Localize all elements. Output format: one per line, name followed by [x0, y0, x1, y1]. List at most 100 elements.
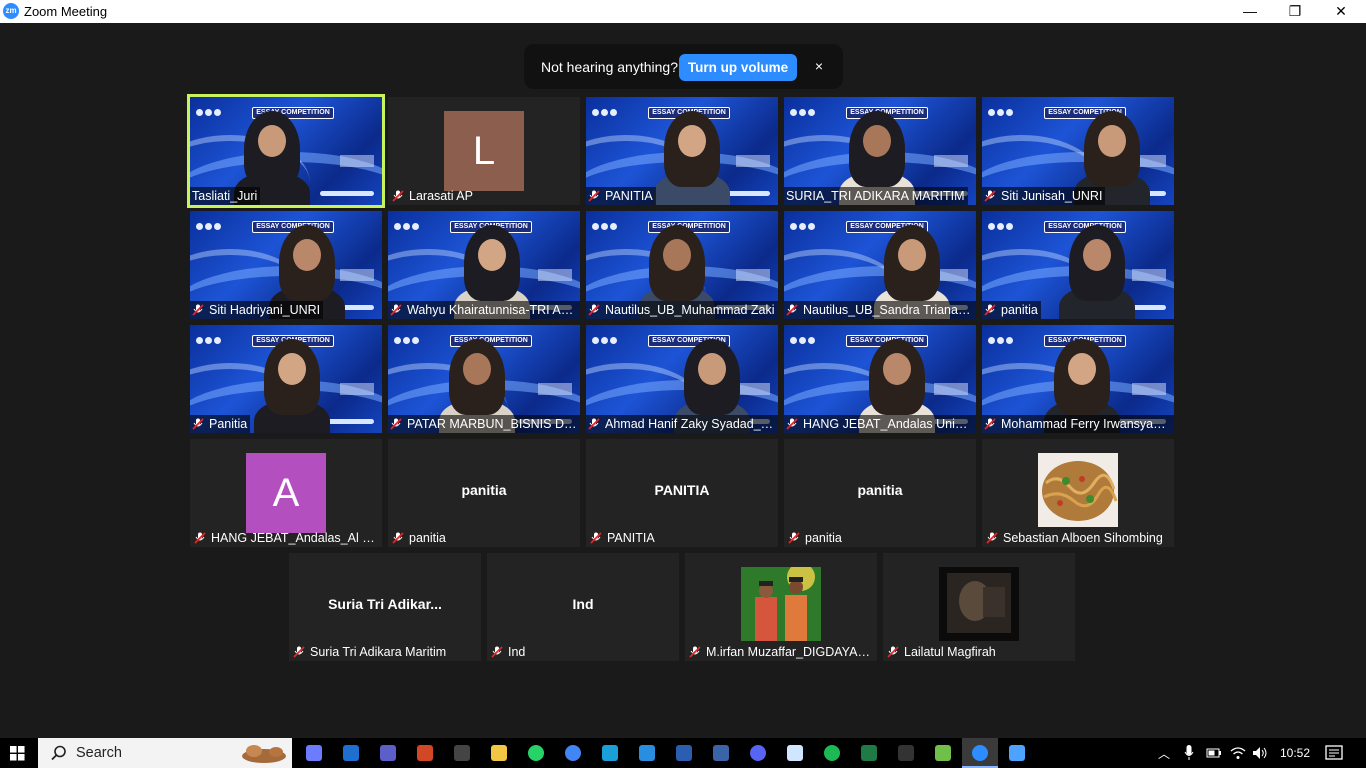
- tray-chevron-icon[interactable]: ︿: [1158, 745, 1170, 762]
- participant-name-label: PANITIA: [586, 529, 658, 547]
- participant-name-label: Mohammad Ferry Irwansyah_UB: [982, 415, 1174, 433]
- discord-icon[interactable]: [750, 745, 766, 761]
- participant-name-label: panitia: [982, 301, 1041, 319]
- volume-icon[interactable]: [1252, 745, 1270, 761]
- close-button[interactable]: ✕: [1318, 0, 1364, 23]
- participant-tile[interactable]: Suria Tri Adikar... Suria Tri Adikara Mar…: [289, 553, 481, 661]
- notepad-icon[interactable]: [787, 745, 803, 761]
- participant-name: Sebastian Alboen Sihombing: [1003, 531, 1163, 545]
- participant-name: Nautilus_UB_Muhammad Zaki: [605, 303, 775, 317]
- participant-name: Siti Hadriyani_UNRI: [209, 303, 321, 317]
- participant-name: PANITIA: [605, 189, 653, 203]
- muted-mic-icon: [786, 417, 803, 431]
- participant-tile[interactable]: M.irfan Muzaffar_DIGDAYA_UNAIR: [685, 553, 877, 661]
- participant-tile[interactable]: ESSAY COMPETITION Wahyu Khairatunnisa-TR…: [388, 211, 580, 319]
- cmd-icon[interactable]: [898, 745, 914, 761]
- wifi-icon[interactable]: [1230, 745, 1246, 761]
- microphone-icon[interactable]: [1184, 745, 1194, 761]
- participant-name: panitia: [805, 531, 842, 545]
- participant-tile[interactable]: ESSAY COMPETITION Panitia: [190, 325, 382, 433]
- participant-tile[interactable]: panitia panitia: [784, 439, 976, 547]
- edge-icon[interactable]: [602, 745, 618, 761]
- muted-mic-icon: [984, 303, 1001, 317]
- participant-tile[interactable]: Ind Ind: [487, 553, 679, 661]
- participant-name-label: Siti Hadriyani_UNRI: [190, 301, 324, 319]
- participant-tile[interactable]: ESSAY COMPETITION panitia: [982, 211, 1174, 319]
- participant-photo: [939, 567, 1019, 641]
- chrome-icon[interactable]: [565, 745, 581, 761]
- muted-mic-icon: [887, 645, 904, 659]
- participant-name: Ind: [508, 645, 526, 659]
- participant-tile[interactable]: ESSAY COMPETITION Ahmad Hanif Zaky Syada…: [586, 325, 778, 433]
- participant-tile[interactable]: ESSAY COMPETITION Nautilus_UB_Sandra Tri…: [784, 211, 976, 319]
- muted-mic-icon: [588, 189, 605, 203]
- turn-up-volume-button[interactable]: Turn up volume: [679, 54, 797, 81]
- excel-icon[interactable]: [861, 745, 877, 761]
- window-titlebar: zm Zoom Meeting — ❐ ✕: [0, 0, 1366, 23]
- zoom-app-icon: zm: [3, 3, 19, 19]
- whatsapp-icon[interactable]: [528, 745, 544, 761]
- muted-mic-icon: [984, 417, 1001, 431]
- copilot-icon[interactable]: [306, 745, 322, 761]
- participant-tile[interactable]: Lailatul Magfirah: [883, 553, 1075, 661]
- teams-icon[interactable]: [380, 745, 396, 761]
- windows-taskbar: Search ︿ 10:52: [0, 738, 1366, 768]
- participant-name-label: Siti Junisah_UNRI: [982, 187, 1106, 205]
- participant-name: HANG JEBAT_Andalas_Al Hakim: [211, 531, 382, 545]
- battery-icon[interactable]: [1206, 745, 1222, 761]
- taskbar-search-box[interactable]: Search: [38, 738, 292, 768]
- vscode-icon[interactable]: [639, 745, 655, 761]
- photos-icon[interactable]: [1009, 745, 1025, 761]
- muted-mic-icon: [293, 645, 310, 659]
- minimize-button[interactable]: —: [1227, 0, 1273, 23]
- restore-button[interactable]: ❐: [1272, 0, 1318, 23]
- powershell-icon[interactable]: [713, 745, 729, 761]
- participant-name: HANG JEBAT_Andalas University: [803, 417, 976, 431]
- participant-tile[interactable]: ESSAY COMPETITION SURIA_TRI ADIKARA MARI…: [784, 97, 976, 205]
- participant-name-label: PANITIA: [586, 187, 656, 205]
- word-icon[interactable]: [676, 745, 692, 761]
- powerpoint-icon[interactable]: [417, 745, 433, 761]
- muted-mic-icon: [392, 189, 409, 203]
- participant-tile[interactable]: panitia panitia: [388, 439, 580, 547]
- participant-name: panitia: [1001, 303, 1038, 317]
- audio-notification: Not hearing anything? Turn up volume ×: [524, 44, 843, 89]
- participant-tile[interactable]: ESSAY COMPETITION Mohammad Ferry Irwansy…: [982, 325, 1174, 433]
- participant-name: Ahmad Hanif Zaky Syadad_UB: [605, 417, 778, 431]
- participant-tile[interactable]: ESSAY COMPETITION HANG JEBAT_Andalas Uni…: [784, 325, 976, 433]
- participant-name-label: Ahmad Hanif Zaky Syadad_UB: [586, 415, 778, 433]
- windows-start-icon[interactable]: [10, 746, 25, 761]
- participant-name: Mohammad Ferry Irwansyah_UB: [1001, 417, 1174, 431]
- muted-mic-icon: [390, 303, 407, 317]
- spotify-icon[interactable]: [824, 745, 840, 761]
- participant-name-label: HANG JEBAT_Andalas University: [784, 415, 976, 433]
- muted-mic-icon: [986, 531, 1003, 545]
- zoom-icon[interactable]: [972, 745, 988, 761]
- terminal-icon[interactable]: [454, 745, 470, 761]
- notifications-icon[interactable]: [1325, 745, 1343, 761]
- participant-tile[interactable]: A HANG JEBAT_Andalas_Al Hakim: [190, 439, 382, 547]
- notification-close-icon[interactable]: ×: [812, 56, 826, 76]
- muted-mic-icon: [192, 417, 209, 431]
- file-explorer-icon[interactable]: [491, 745, 507, 761]
- search-label: Search: [76, 745, 122, 761]
- participant-tile[interactable]: L Larasati AP: [388, 97, 580, 205]
- participant-tile[interactable]: Sebastian Alboen Sihombing: [982, 439, 1174, 547]
- notification-message: Not hearing anything?: [541, 59, 678, 75]
- participant-tile[interactable]: ESSAY COMPETITION PATAR MARBUN_BISNIS DI…: [388, 325, 580, 433]
- participant-name-label: Larasati AP: [388, 187, 476, 205]
- participant-tile[interactable]: ESSAY COMPETITION Siti Junisah_UNRI: [982, 97, 1174, 205]
- vs-icon[interactable]: [935, 745, 951, 761]
- outlook-icon[interactable]: [343, 745, 359, 761]
- participant-tile[interactable]: ESSAY COMPETITION Nautilus_UB_Muhammad Z…: [586, 211, 778, 319]
- participant-tile[interactable]: ESSAY COMPETITION Siti Hadriyani_UNRI: [190, 211, 382, 319]
- muted-mic-icon: [590, 531, 607, 545]
- participant-tile[interactable]: PANITIA PANITIA: [586, 439, 778, 547]
- participant-tile[interactable]: ESSAY COMPETITION PANITIA: [586, 97, 778, 205]
- participant-name-label: panitia: [388, 529, 449, 547]
- taskbar-clock[interactable]: 10:52: [1280, 746, 1310, 760]
- participant-tile[interactable]: ESSAY COMPETITION Tasliati_Juri: [187, 94, 385, 208]
- participant-name-label: Panitia: [190, 415, 251, 433]
- participant-photo: [1038, 453, 1118, 527]
- muted-mic-icon: [192, 303, 209, 317]
